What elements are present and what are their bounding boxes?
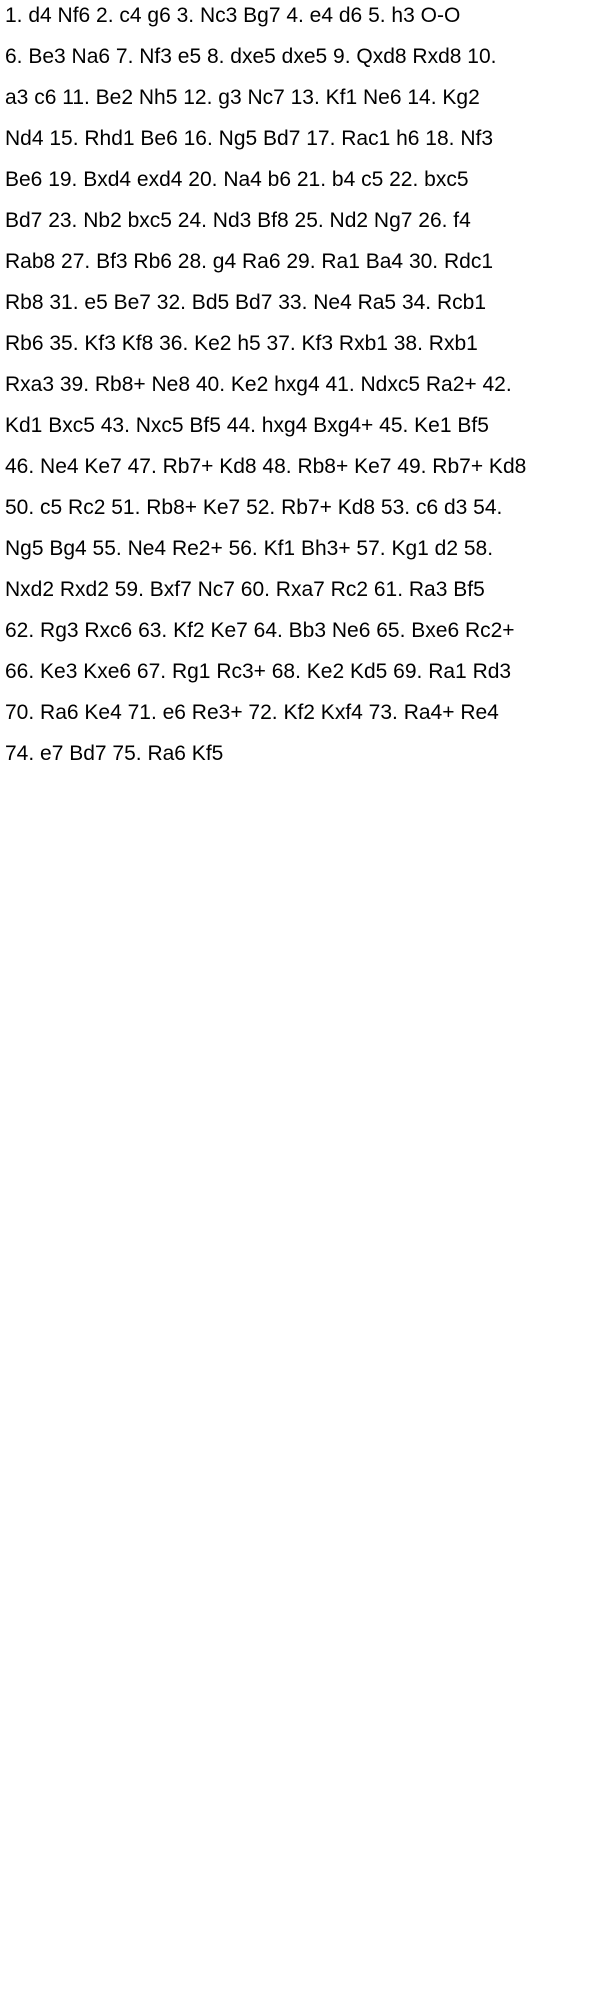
move-line: Nxd2 Rxd2 59. Bxf7 Nc7 60. Rxa7 Rc2 61. …: [5, 578, 485, 601]
move-line: Nd4 15. Rhd1 Be6 16. Ng5 Bd7 17. Rac1 h6…: [5, 127, 493, 150]
move-line: Be6 19. Bxd4 exd4 20. Na4 b6 21. b4 c5 2…: [5, 168, 469, 191]
move-line: 46. Ne4 Ke7 47. Rb7+ Kd8 48. Rb8+ Ke7 49…: [5, 455, 527, 478]
move-line: Rb6 35. Kf3 Kf8 36. Ke2 h5 37. Kf3 Rxb1 …: [5, 332, 478, 355]
move-line: 74. e7 Bd7 75. Ra6 Kf5: [5, 742, 224, 765]
move-line: a3 c6 11. Be2 Nh5 12. g3 Nc7 13. Kf1 Ne6…: [5, 86, 480, 109]
move-line: 6. Be3 Na6 7. Nf3 e5 8. dxe5 dxe5 9. Qxd…: [5, 45, 497, 68]
move-line: Bd7 23. Nb2 bxc5 24. Nd3 Bf8 25. Nd2 Ng7…: [5, 209, 471, 232]
chess-move-list: 1. d4 Nf6 2. c4 g6 3. Nc3 Bg7 4. e4 d6 5…: [0, 0, 600, 777]
move-line: 50. c5 Rc2 51. Rb8+ Ke7 52. Rb7+ Kd8 53.…: [5, 496, 503, 519]
move-line: 62. Rg3 Rxc6 63. Kf2 Ke7 64. Bb3 Ne6 65.…: [5, 619, 515, 642]
move-line: Rab8 27. Bf3 Rb6 28. g4 Ra6 29. Ra1 Ba4 …: [5, 250, 493, 273]
move-line: 66. Ke3 Kxe6 67. Rg1 Rc3+ 68. Ke2 Kd5 69…: [5, 660, 512, 683]
move-line: Rb8 31. e5 Be7 32. Bd5 Bd7 33. Ne4 Ra5 3…: [5, 291, 487, 314]
move-line: 70. Ra6 Ke4 71. e6 Re3+ 72. Kf2 Kxf4 73.…: [5, 701, 499, 724]
move-line: Rxa3 39. Rb8+ Ne8 40. Ke2 hxg4 41. Ndxc5…: [5, 373, 512, 396]
move-line: Ng5 Bg4 55. Ne4 Re2+ 56. Kf1 Bh3+ 57. Kg…: [5, 537, 494, 560]
move-line: Kd1 Bxc5 43. Nxc5 Bf5 44. hxg4 Bxg4+ 45.…: [5, 414, 489, 437]
